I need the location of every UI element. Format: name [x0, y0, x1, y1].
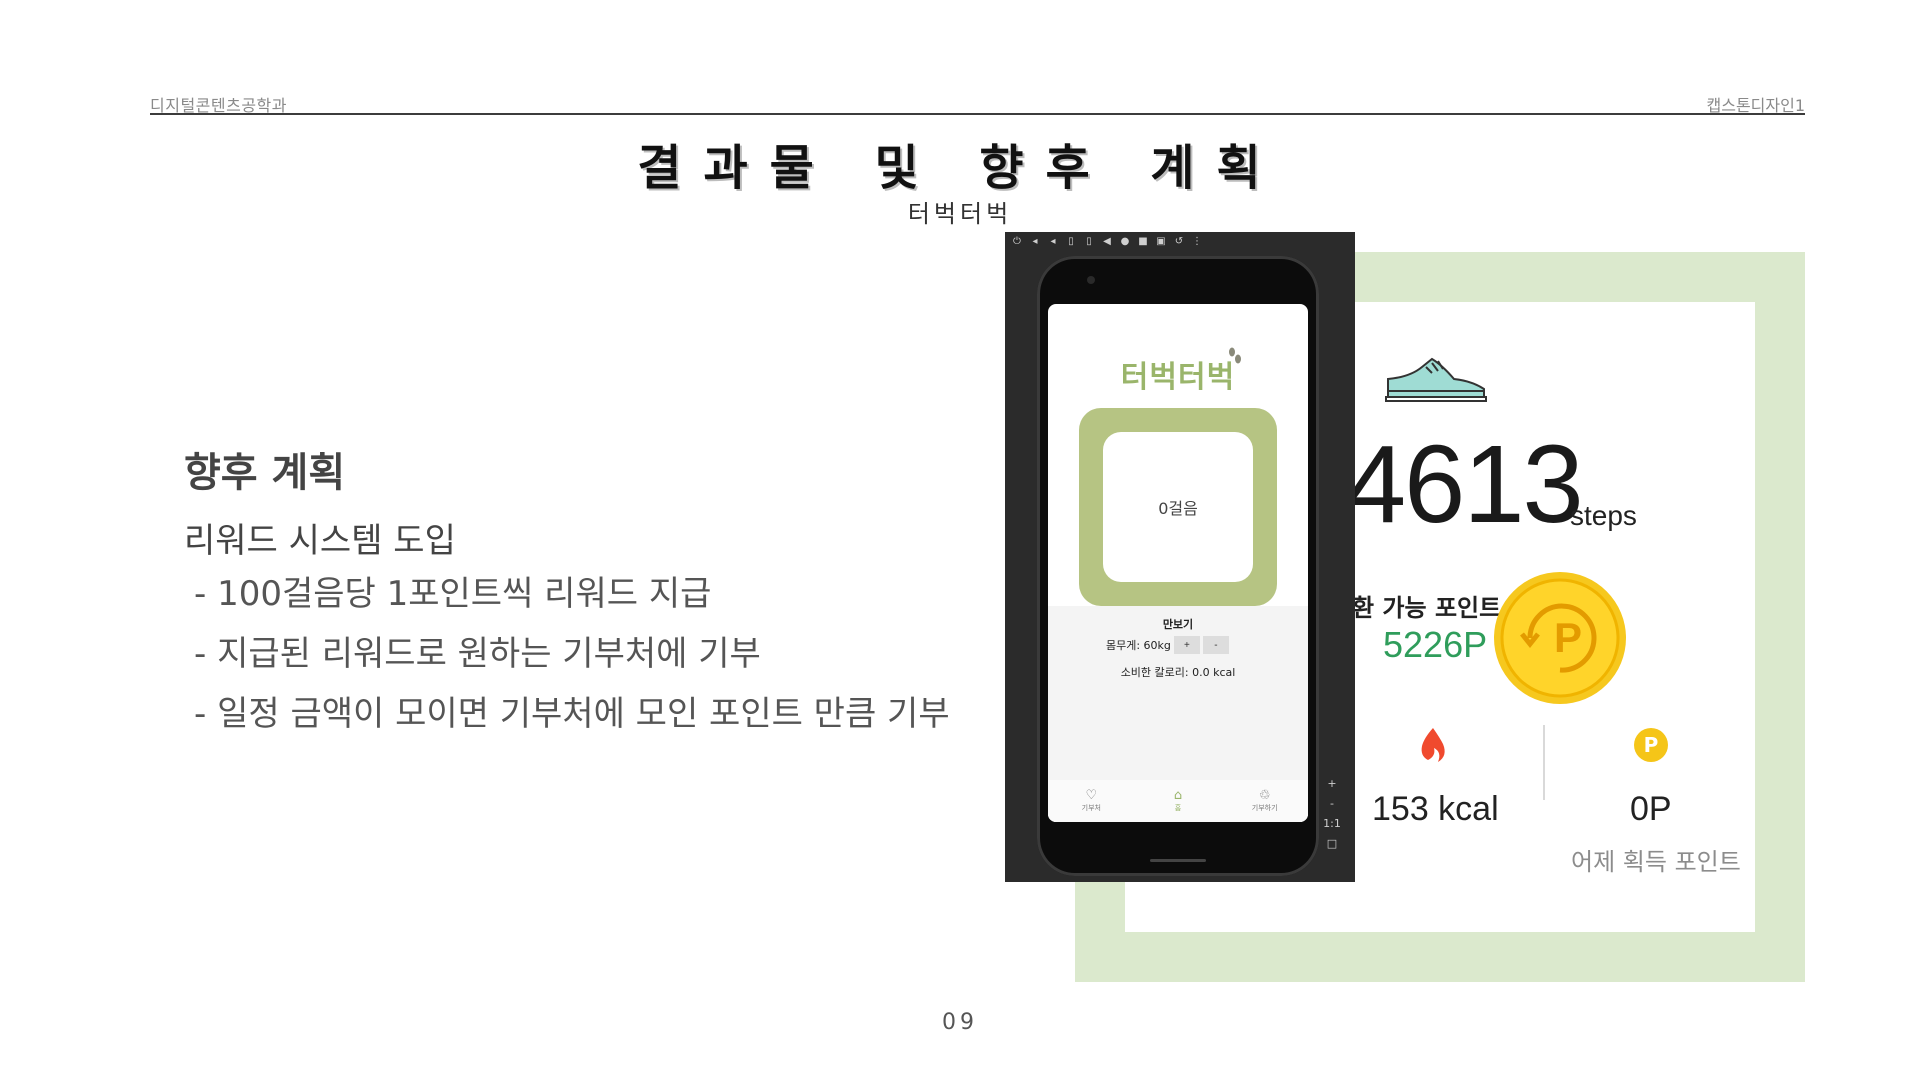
android-emulator: ⏻ ◂ ◂ ▯ ▯ ◀ ● ■ ▣ ↺ ⋮ + - 1:1 □ 터벅터벅 0걸음…	[1005, 232, 1355, 882]
bottom-nav: ♡ 기부처 ⌂ 홈 ♲ 기부하기	[1048, 780, 1308, 822]
app-logo: 터벅터벅	[1120, 360, 1236, 395]
zoom-out-button[interactable]: -	[1322, 797, 1342, 817]
more-icon[interactable]: ⋮	[1191, 236, 1203, 248]
fit-screen-button[interactable]: □	[1322, 837, 1342, 857]
page-number: 09	[942, 1010, 978, 1035]
gesture-bar[interactable]	[1150, 859, 1206, 862]
replay-icon[interactable]: ↺	[1173, 236, 1185, 248]
plan-subheading: 리워드 시스템 도입	[184, 521, 456, 561]
emulator-side-tools: + - 1:1 □	[1322, 777, 1342, 857]
home-icon[interactable]: ●	[1119, 236, 1131, 248]
actual-size-button[interactable]: 1:1	[1322, 817, 1342, 837]
calories-burned: 153 kcal	[1372, 790, 1499, 828]
volume-up-icon[interactable]: ◂	[1029, 236, 1041, 248]
power-icon[interactable]: ⏻	[1011, 236, 1023, 248]
weight-increase-button[interactable]: +	[1173, 636, 1200, 654]
phone-frame: 터벅터벅 0걸음 만보기 몸무게: 60kg + - 소비한 칼로리: 0.0 …	[1037, 256, 1319, 876]
calorie-text: 소비한 칼로리: 0.0 kcal	[1120, 666, 1236, 679]
rotate-right-icon[interactable]: ▯	[1083, 236, 1095, 248]
points-value: 5226P	[1383, 624, 1488, 665]
donate-icon: ♡	[1085, 788, 1098, 803]
step-counter-text: 0걸음	[1103, 432, 1253, 582]
sneaker-icon	[1385, 357, 1487, 402]
nav-item-donation-places[interactable]: ♡ 기부처	[1061, 789, 1121, 813]
volume-down-icon[interactable]: ◂	[1047, 236, 1059, 248]
fire-icon	[1421, 728, 1445, 762]
plan-heading: 향후 계획	[184, 450, 346, 496]
step-counter-card: 0걸음	[1079, 408, 1277, 606]
slide-subtitle: 터벅터벅	[907, 200, 1013, 228]
stats-divider	[1543, 725, 1545, 800]
emulator-toolbar: ⏻ ◂ ◂ ▯ ▯ ◀ ● ■ ▣ ↺ ⋮	[1005, 232, 1355, 252]
steps-unit: steps	[1570, 500, 1637, 531]
nav-label: 기부처	[1081, 804, 1101, 812]
nav-label: 기부하기	[1251, 804, 1278, 812]
overview-icon[interactable]: ■	[1137, 236, 1149, 248]
plan-bullet: - 일정 금액이 모이면 기부처에 모인 포인트 만큼 기부	[194, 694, 950, 734]
phone-screen: 터벅터벅 0걸음 만보기 몸무게: 60kg + - 소비한 칼로리: 0.0 …	[1048, 304, 1308, 822]
header-divider	[150, 113, 1805, 115]
nav-item-home[interactable]: ⌂ 홈	[1148, 789, 1208, 813]
footprints-icon	[1229, 347, 1241, 364]
slide-title: 결과물 및 향후 계획	[637, 140, 1283, 196]
step-count: 4613	[1345, 423, 1584, 546]
plan-bullet-list: - 100걸음당 1포인트씩 리워드 지급 - 지급된 리워드로 원하는 기부처…	[194, 568, 950, 748]
home-icon: ⌂	[1173, 788, 1183, 803]
pedometer-title: 만보기	[1162, 618, 1194, 631]
nav-item-donate[interactable]: ♲ 기부하기	[1235, 789, 1295, 813]
coin-letter: P	[1554, 614, 1582, 661]
weight-label: 몸무게: 60kg	[1106, 639, 1171, 652]
weight-decrease-button[interactable]: -	[1202, 636, 1229, 654]
yesterday-points: 0P	[1630, 790, 1672, 828]
camera-icon[interactable]: ▣	[1155, 236, 1167, 248]
plan-bullet: - 100걸음당 1포인트씩 리워드 지급	[194, 574, 712, 614]
gift-icon: ♲	[1258, 788, 1271, 803]
point-badge-icon: P	[1634, 728, 1668, 762]
rotate-left-icon[interactable]: ▯	[1065, 236, 1077, 248]
plan-bullet: - 지급된 리워드로 원하는 기부처에 기부	[194, 634, 761, 674]
front-camera	[1087, 276, 1095, 284]
yesterday-points-label: 어제 획득 포인트	[1571, 848, 1741, 876]
weight-row: 몸무게: 60kg + -	[1106, 636, 1229, 654]
nav-label: 홈	[1174, 804, 1182, 812]
point-coin-icon: P	[1494, 572, 1626, 704]
points-label: 환 가능 포인트	[1352, 594, 1502, 622]
back-icon[interactable]: ◀	[1101, 236, 1113, 248]
zoom-in-button[interactable]: +	[1322, 777, 1342, 797]
